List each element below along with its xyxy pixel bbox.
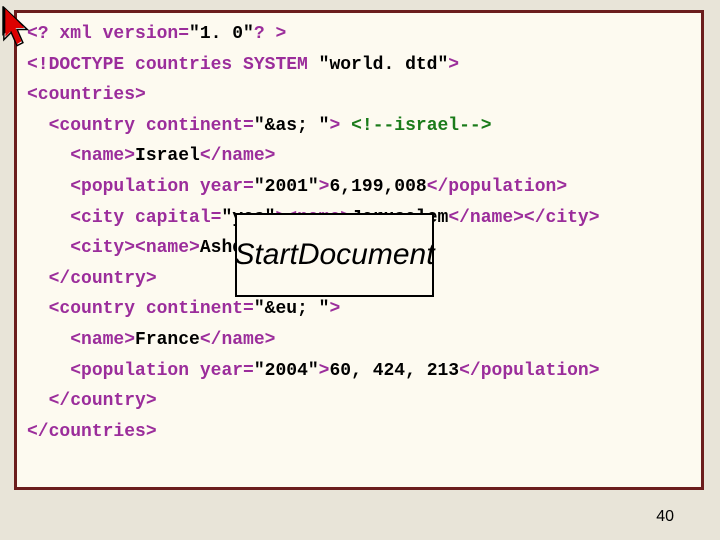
overlay-label: StartDocument [235, 213, 434, 297]
code-line: <!DOCTYPE countries SYSTEM "world. dtd"> [27, 50, 691, 81]
code-line: <country continent="&as; "> <!--israel--… [27, 111, 691, 142]
code-line: <countries> [27, 80, 691, 111]
code-line: <? xml version="1. 0"? > [27, 19, 691, 50]
code-line: </country> [27, 386, 691, 417]
code-line: <name>Israel</name> [27, 141, 691, 172]
code-line: <name>France</name> [27, 325, 691, 356]
code-box: <? xml version="1. 0"? ><!DOCTYPE countr… [14, 10, 704, 490]
page-number: 40 [656, 508, 674, 526]
code-line: </countries> [27, 417, 691, 448]
code-line: <country continent="&eu; "> [27, 294, 691, 325]
code-line: <population year="2004">60, 424, 213</po… [27, 356, 691, 387]
cursor-icon [2, 6, 38, 50]
code-line: <population year="2001">6,199,008</popul… [27, 172, 691, 203]
